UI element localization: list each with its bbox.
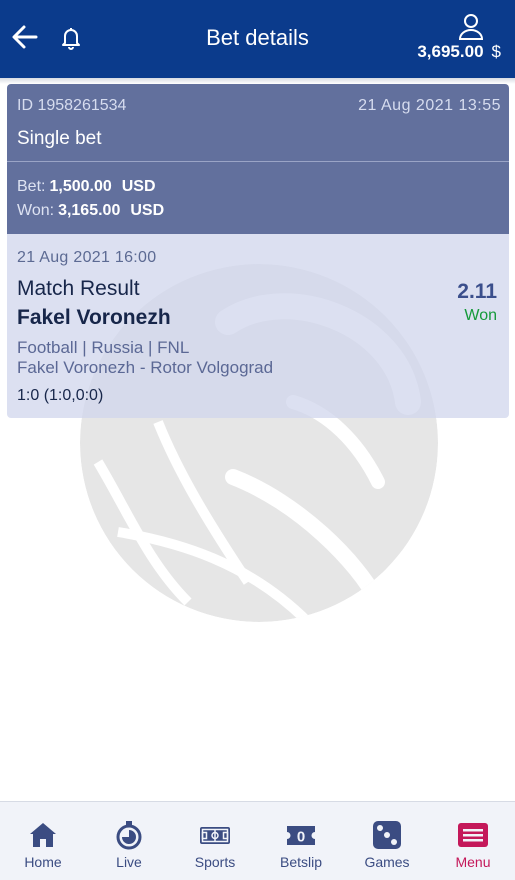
nav-live-label: Live [116, 854, 142, 870]
status-badge: Won [464, 307, 497, 324]
bet-id-row: ID 1958261534 21 Aug 2021 13:55 [17, 97, 501, 115]
bottom-navigation: Home Live Sports 0 Betslip Games Menu [0, 801, 515, 880]
nav-home[interactable]: Home [0, 802, 86, 880]
odds-value: 2.11 [457, 280, 497, 303]
top-app-bar: Bet details 3,695.00 $ [0, 0, 515, 78]
league-path: Football | Russia | FNL [17, 338, 190, 357]
nav-menu[interactable]: Menu [430, 802, 515, 880]
account-balance[interactable]: 3,695.00 $ [417, 42, 501, 62]
market-name: Match Result [17, 277, 140, 300]
dice-icon [373, 821, 401, 849]
match-score: 1:0 (1:0,0:0) [17, 387, 104, 404]
bet-amount-row: Bet: 1,500.00 USD [17, 178, 156, 196]
bet-summary-card: ID 1958261534 21 Aug 2021 13:55 Single b… [7, 84, 509, 234]
stopwatch-icon [116, 821, 142, 850]
ticket-icon: 0 [287, 826, 315, 846]
nav-live[interactable]: Live [86, 802, 172, 880]
bet-label: Bet: [17, 178, 46, 195]
event-details-card: 21 Aug 2021 16:00 Match Result Fakel Vor… [7, 234, 509, 418]
field-icon [200, 827, 230, 844]
balance-amount: 3,695.00 [417, 42, 484, 61]
balance-currency: $ [491, 42, 501, 61]
selection-name: Fakel Voronezh [17, 306, 171, 329]
bet-id: ID 1958261534 [17, 97, 127, 114]
nav-games-label: Games [364, 854, 410, 870]
won-amount-row: Won: 3,165.00 USD [17, 202, 164, 220]
won-currency: USD [130, 202, 165, 219]
nav-sports[interactable]: Sports [172, 802, 258, 880]
home-icon [30, 823, 56, 847]
user-icon[interactable] [457, 12, 485, 40]
nav-sports-label: Sports [194, 854, 236, 870]
nav-betslip-label: Betslip [279, 854, 323, 870]
match-teams: Fakel Voronezh - Rotor Volgograd [17, 358, 274, 377]
betslip-count: 0 [297, 829, 305, 846]
event-date: 21 Aug 2021 16:00 [17, 249, 157, 266]
won-amount: 3,165.00 [58, 202, 121, 219]
nav-menu-label: Menu [455, 854, 491, 870]
nav-betslip[interactable]: 0 Betslip [258, 802, 344, 880]
nav-games[interactable]: Games [344, 802, 430, 880]
bet-amount: 1,500.00 [49, 178, 112, 195]
bet-placed-date: 21 Aug 2021 13:55 [358, 97, 501, 114]
bet-type: Single bet [17, 128, 102, 149]
hamburger-menu-icon [458, 823, 488, 847]
card-divider [7, 161, 509, 162]
bet-currency: USD [121, 178, 156, 195]
won-label: Won: [17, 202, 55, 219]
nav-home-label: Home [24, 854, 62, 870]
